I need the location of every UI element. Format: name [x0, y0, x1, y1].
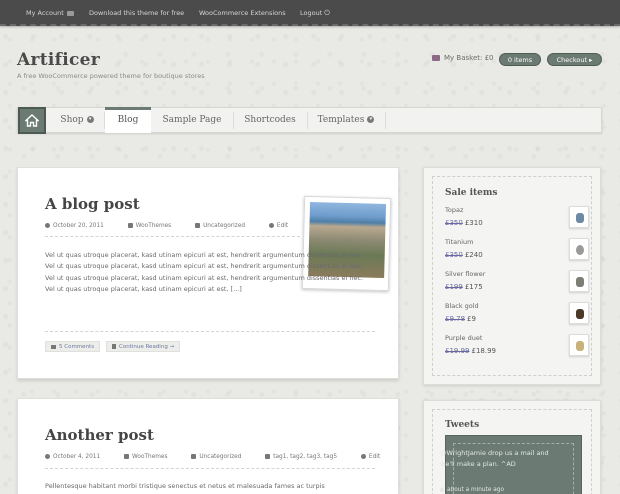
clock-icon: [440, 487, 444, 492]
nav-item-blog[interactable]: Blog: [105, 107, 151, 133]
black-gold-necklace-icon[interactable]: [569, 302, 589, 324]
site-title[interactable]: Artificer: [17, 50, 100, 70]
widget-title: Tweets: [445, 420, 480, 430]
post-date: October 20, 2011: [45, 223, 115, 229]
post-meta: October 20, 2011 WooThemes Uncategorized…: [45, 223, 310, 229]
account-icon: [66, 10, 74, 16]
post-edit-link[interactable]: Edit: [360, 454, 391, 460]
post-author[interactable]: WooThemes: [124, 454, 179, 460]
cart-icon: [432, 55, 440, 61]
sale-item-name[interactable]: Silver flower: [445, 270, 585, 278]
chevron-down-icon: ▾: [86, 116, 94, 123]
silver-flower-icon[interactable]: [569, 270, 589, 292]
post-meta: October 4, 2011 WooThemes Uncategorized …: [45, 454, 402, 460]
home-button[interactable]: [18, 107, 46, 134]
sale-item[interactable]: Topaz £350 £310: [445, 206, 589, 232]
folder-icon: [191, 454, 197, 459]
home-icon: [25, 114, 39, 127]
post-date: October 4, 2011: [45, 454, 111, 460]
main-navigation: Shop ▾ Blog Sample Page Shortcodes Templa…: [17, 107, 602, 134]
post-excerpt: Vel ut quas utroque placerat, kasd utina…: [45, 251, 364, 294]
sale-items-widget: Sale items Topaz £350 £310 Titanium £350 £…: [423, 167, 601, 385]
clock-icon: [45, 223, 50, 228]
purple-duet-earrings-icon[interactable]: [569, 334, 589, 356]
my-account-link[interactable]: My Account: [26, 9, 74, 17]
top-bar: My Account Download this theme for free …: [0, 0, 620, 26]
power-icon: ⏻: [324, 9, 330, 17]
nav-item-shortcodes[interactable]: Shortcodes: [234, 108, 306, 132]
nav-item-templates[interactable]: Templates ▾: [308, 108, 384, 132]
sale-item-price: £350 £240: [445, 251, 483, 259]
divider: [45, 468, 375, 469]
sale-item-name[interactable]: Black gold: [445, 302, 585, 310]
sale-item-price: £19.99 £18.99: [445, 347, 496, 355]
comment-icon: [51, 344, 56, 349]
tweet-text[interactable]: @WrightJamie drop us a mail and we'll ma…: [440, 448, 558, 470]
tweets-widget: Tweets @WrightJamie drop us a mail and w…: [423, 400, 601, 494]
document-icon: [112, 344, 116, 349]
post-category[interactable]: Uncategorized: [191, 454, 252, 460]
tag-icon: [265, 454, 271, 459]
chevron-down-icon: ▾: [367, 116, 375, 123]
logout-link[interactable]: Logout ⏻: [300, 9, 330, 18]
post-title[interactable]: Another post: [45, 426, 154, 444]
sale-item-name[interactable]: Purple duet: [445, 334, 585, 342]
divider: [45, 331, 375, 332]
nav-item-shop[interactable]: Shop ▾: [51, 108, 103, 132]
divider: [45, 236, 300, 237]
user-icon: [127, 223, 133, 228]
post-author[interactable]: WooThemes: [127, 223, 183, 229]
clock-icon: [45, 454, 50, 459]
topaz-ring-icon[interactable]: [569, 206, 589, 228]
post-edit-link[interactable]: Edit: [268, 223, 299, 229]
titanium-ring-icon[interactable]: [569, 238, 589, 260]
sale-item[interactable]: Purple duet £19.99 £18.99: [445, 334, 589, 360]
continue-reading-link[interactable]: Continue Reading →: [106, 341, 181, 352]
widget-title: Sale items: [445, 188, 498, 198]
blog-post: A blog post October 20, 2011 WooThemes U…: [17, 167, 399, 379]
woocommerce-extensions-link[interactable]: WooCommerce Extensions: [199, 9, 286, 17]
sale-item-price: £199 £175: [445, 283, 483, 291]
download-theme-link[interactable]: Download this theme for free: [89, 9, 184, 17]
sale-item-price: £9.78 £9: [445, 315, 476, 323]
my-basket[interactable]: My Basket: £0: [432, 54, 494, 62]
sale-item-price: £350 £310: [445, 219, 483, 227]
nav-divider: [385, 112, 386, 129]
site-description: A free WooCommerce powered theme for bou…: [17, 72, 205, 80]
gear-icon: [360, 454, 366, 459]
post-excerpt: Pellentesque habitant morbi tristique se…: [45, 482, 325, 490]
checkout-button[interactable]: Checkout ▸: [547, 53, 602, 66]
gear-icon: [268, 223, 274, 228]
basket-items-count[interactable]: 0 items: [499, 53, 541, 66]
blog-post: Another post October 4, 2011 WooThemes U…: [17, 398, 399, 494]
tweet-timestamp[interactable]: about a minute ago: [440, 487, 504, 493]
post-title[interactable]: A blog post: [45, 195, 140, 213]
post-tags[interactable]: tag1, tag2, tag3, tag5: [265, 454, 348, 460]
post-category[interactable]: Uncategorized: [195, 223, 256, 229]
sale-item-name[interactable]: Topaz: [445, 206, 585, 214]
folder-icon: [195, 223, 201, 228]
sale-item-name[interactable]: Titanium: [445, 238, 585, 246]
sale-item[interactable]: Silver flower £199 £175: [445, 270, 589, 296]
user-icon: [124, 454, 130, 459]
sale-item[interactable]: Titanium £350 £240: [445, 238, 589, 264]
sale-item[interactable]: Black gold £9.78 £9: [445, 302, 589, 328]
nav-item-sample-page[interactable]: Sample Page: [152, 108, 232, 132]
comments-link[interactable]: 5 Comments: [45, 341, 101, 352]
